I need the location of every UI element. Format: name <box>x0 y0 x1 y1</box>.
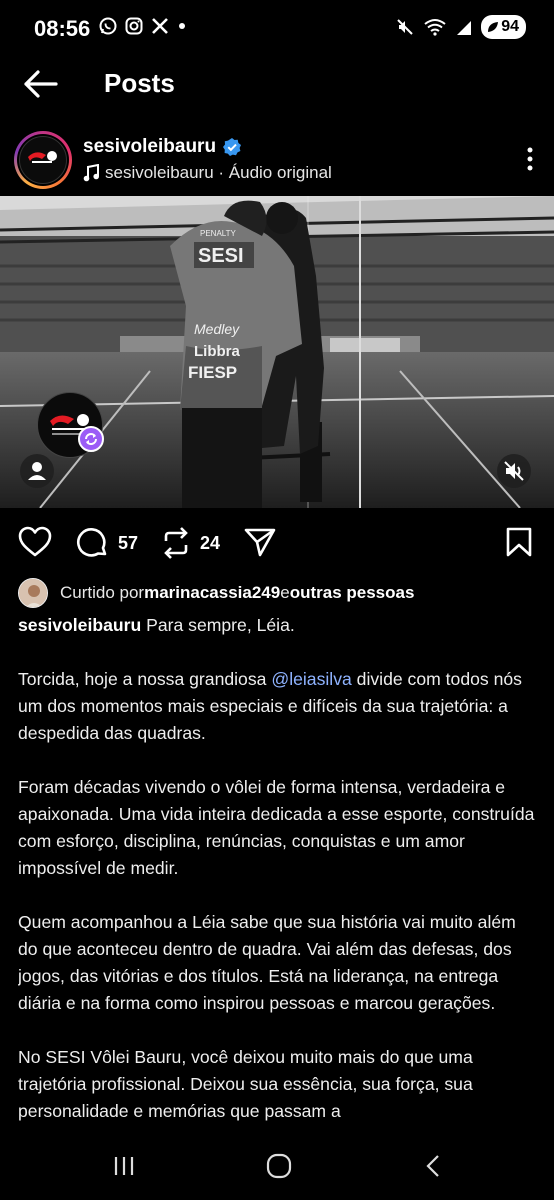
caption-paragraph-3: Quem acompanhou a Léia sabe que sua hist… <box>18 912 516 1013</box>
status-notification-icons <box>98 16 188 36</box>
more-options-button[interactable] <box>524 144 536 174</box>
liked-by-joiner: e <box>280 583 290 602</box>
system-nav-bar <box>0 1134 554 1200</box>
comments-count: 57 <box>118 532 139 553</box>
back-button[interactable] <box>20 66 60 102</box>
page-title: Posts <box>104 68 175 98</box>
sponsor-1-text: Medley <box>194 321 240 337</box>
status-bar: 08:56 94 <box>0 0 554 58</box>
caption-first-text: Para sempre, Léia. <box>141 615 295 635</box>
profile-avatar[interactable] <box>14 131 72 189</box>
post-caption: sesivoleibauru Para sempre, Léia. Torcid… <box>18 612 538 1158</box>
mute-status-icon <box>397 19 413 35</box>
repost-icon <box>164 527 188 559</box>
home-icon[interactable] <box>266 1153 292 1179</box>
recent-apps-icon[interactable] <box>112 1154 136 1178</box>
battery-indicator: 94 <box>481 15 526 39</box>
sesi-logo-icon <box>28 151 57 163</box>
music-note-icon <box>83 164 99 182</box>
tagged-users-button[interactable] <box>20 454 54 488</box>
more-vertical-icon <box>527 147 533 171</box>
share-button[interactable] <box>243 526 277 558</box>
post-username-row[interactable]: sesivoleibauru <box>83 136 242 158</box>
verified-badge-icon <box>223 138 242 156</box>
wifi-icon <box>424 19 446 36</box>
speaker-muted-icon <box>504 461 524 481</box>
post-header: sesivoleibauru sesivoleibauru · Áudio or… <box>0 128 554 192</box>
post-audio-row[interactable]: sesivoleibauru · Áudio original <box>83 163 332 183</box>
save-button[interactable] <box>505 526 533 558</box>
comment-icon <box>77 528 107 557</box>
like-button[interactable] <box>18 526 52 558</box>
jersey-sesi-text: SESI <box>198 245 244 267</box>
post-photo: SESI PENALTY Medley Libbra FIESP <box>0 196 554 508</box>
caption-username[interactable]: sesivoleibauru <box>18 615 141 635</box>
person-icon <box>28 462 46 480</box>
caption-paragraph-4: No SESI Vôlei Bauru, você deixou muito m… <box>18 1047 473 1121</box>
bookmark-icon <box>506 527 532 557</box>
liked-by-user[interactable]: marinacassia249 <box>144 583 280 603</box>
mute-button[interactable] <box>497 454 531 488</box>
repost-button[interactable]: 24 <box>160 526 220 560</box>
caption-first-line: sesivoleibauru Para sempre, Léia. <box>18 612 538 639</box>
heart-icon <box>18 526 52 557</box>
liked-by-others[interactable]: outras pessoas <box>290 583 415 603</box>
arrow-left-icon <box>24 70 58 98</box>
status-system-icons: 94 <box>395 15 526 39</box>
send-icon <box>244 528 276 557</box>
liked-by-photo <box>19 579 47 607</box>
reposts-count: 24 <box>200 532 221 553</box>
liked-by-avatar[interactable] <box>18 578 48 608</box>
post-username[interactable]: sesivoleibauru <box>83 136 216 158</box>
caption-paragraph-2: Foram décadas vivendo o vôlei de forma i… <box>18 777 535 878</box>
sponsor-3-text: FIESP <box>188 363 237 382</box>
comment-button[interactable]: 57 <box>76 526 138 560</box>
liked-by-row[interactable]: Curtido por marinacassia249 e outras pes… <box>18 578 538 608</box>
battery-leaf-icon <box>488 22 499 32</box>
instagram-icon <box>125 17 143 35</box>
app-header: Posts <box>0 58 554 110</box>
caption-mention-link[interactable]: @leiasilva <box>271 669 351 689</box>
liked-by-prefix: Curtido por <box>60 583 145 602</box>
notification-dot-icon <box>179 23 185 29</box>
sponsor-2-text: Libbra <box>194 343 240 360</box>
post-audio-label[interactable]: sesivoleibauru · Áudio original <box>105 163 332 183</box>
whatsapp-icon <box>99 17 117 35</box>
remix-icon <box>85 433 97 445</box>
post-media[interactable]: SESI PENALTY Medley Libbra FIESP <box>0 196 554 508</box>
remix-badge <box>78 426 104 452</box>
caption-p1-before: Torcida, hoje a nossa grandiosa <box>18 669 272 689</box>
signal-icon <box>457 21 472 35</box>
back-nav-icon[interactable] <box>424 1153 442 1179</box>
status-time: 08:56 <box>34 16 91 41</box>
post-actions: 57 24 <box>0 522 554 564</box>
battery-level: 94 <box>501 18 519 35</box>
jersey-brand-text: PENALTY <box>200 229 237 238</box>
caption-paragraph-1: Torcida, hoje a nossa grandiosa @leiasil… <box>18 666 538 747</box>
x-app-icon <box>152 18 168 34</box>
